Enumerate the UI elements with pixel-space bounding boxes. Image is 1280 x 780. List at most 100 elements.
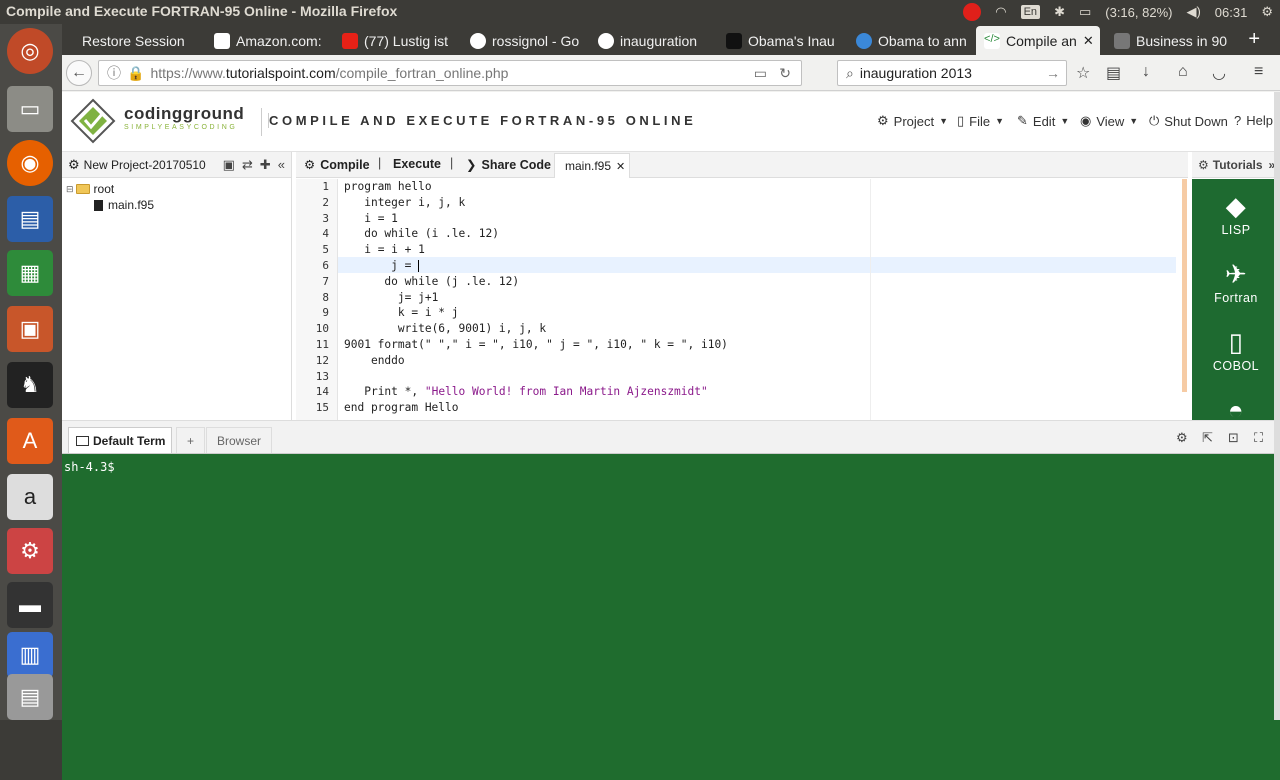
volume-icon[interactable]: ◀) <box>1186 4 1200 20</box>
record-icon[interactable] <box>963 3 982 21</box>
reader-view-icon[interactable]: ▭ <box>754 65 767 82</box>
impress-icon[interactable]: ▣ <box>7 306 53 352</box>
tab-compile-active[interactable]: </> Compile an ✕ <box>976 26 1100 55</box>
menu-edit[interactable]: ✎ Edit ▼ <box>1017 113 1069 129</box>
tutorials-header[interactable]: ⚙ Tutorials » <box>1192 152 1280 178</box>
fit-icon[interactable]: ⇱ <box>1202 430 1213 446</box>
info-icon[interactable]: ⓘ <box>107 63 121 83</box>
refresh-icon[interactable]: ⇄ <box>242 157 253 173</box>
settings-gear-icon[interactable]: ⚙ <box>1261 4 1273 20</box>
tab-obama-inau[interactable]: Obama's Inau <box>718 26 842 55</box>
collapse-toggle-icon[interactable]: ⊟ <box>66 184 74 195</box>
chess-icon[interactable]: ♞ <box>7 362 53 408</box>
back-button[interactable]: ← <box>66 60 92 86</box>
tab-business[interactable]: Business in 90 <box>1106 26 1230 55</box>
system-settings-icon[interactable]: ⚙ <box>7 528 53 574</box>
file-manager-icon[interactable]: ▭ <box>7 86 53 132</box>
amazon-launcher-icon[interactable]: a <box>7 474 53 520</box>
add-terminal-tab[interactable]: + <box>176 427 206 453</box>
code-text: 9001 format(" "," i = ", i10, " j = ", i… <box>344 338 728 351</box>
wifi-icon[interactable]: ◠ <box>995 4 1006 20</box>
new-tab-button[interactable]: + <box>1248 28 1260 51</box>
project-name[interactable]: New Project-20170510 <box>84 158 206 172</box>
clock[interactable]: 06:31 <box>1215 5 1248 20</box>
code-line[interactable]: Print *, "Hello World! from Ian Martin A… <box>344 385 708 398</box>
center-icon[interactable]: ⊡ <box>1228 430 1239 446</box>
compile-button[interactable]: ⚙ Compile <box>304 157 370 173</box>
close-tab-icon[interactable]: ✕ <box>1083 33 1094 49</box>
battery-status[interactable]: (3:16, 82%) <box>1105 5 1172 20</box>
menu-project[interactable]: ⚙ Project ▼ <box>877 113 948 129</box>
calc-icon[interactable]: ▦ <box>7 250 53 296</box>
home-icon[interactable]: ⌂ <box>1178 63 1188 81</box>
tab-obama-to-ann[interactable]: Obama to ann <box>848 26 972 55</box>
brand-name[interactable]: codingground <box>124 104 244 124</box>
code-line[interactable]: i = 1 <box>344 212 398 225</box>
library-icon[interactable]: ▤ <box>1106 63 1121 83</box>
tab-rossignol[interactable]: rossignol - Go <box>462 26 586 55</box>
search-bar[interactable]: ⌕ inauguration 2013 → <box>837 60 1067 86</box>
tab-amazon[interactable]: Amazon.com: <box>206 26 328 55</box>
execute-button[interactable]: Execute <box>393 157 441 171</box>
workspace-icon[interactable]: ▥ <box>7 632 53 678</box>
keyboard-layout-indicator[interactable]: En <box>1020 5 1041 19</box>
menu-help[interactable]: ? Help <box>1234 113 1273 128</box>
code-line[interactable]: program hello <box>344 180 432 193</box>
share-code-button[interactable]: ❯ Share Code <box>466 157 551 173</box>
downloads-icon[interactable]: ↓ <box>1142 63 1150 81</box>
pocket-icon[interactable]: ◡ <box>1212 63 1226 83</box>
tutorial-fortran[interactable]: ✈ Fortran <box>1192 259 1280 305</box>
ubuntu-dash-icon[interactable]: ◎ <box>7 28 53 74</box>
code-line[interactable]: i = i + 1 <box>344 243 425 256</box>
code-line[interactable]: do while (j .le. 12) <box>344 275 519 288</box>
page-scrollbar[interactable] <box>1274 92 1280 720</box>
code-line[interactable]: j= j+1 <box>344 291 438 304</box>
tab-restore-session[interactable]: Restore Session <box>74 26 208 55</box>
firefox-icon[interactable]: ◉ <box>7 140 53 186</box>
tab-inauguration[interactable]: inauguration <box>590 26 714 55</box>
tab-youtube[interactable]: (77) Lustig ist <box>334 26 462 55</box>
close-file-tab-icon[interactable]: ✕ <box>616 160 625 173</box>
trash-icon[interactable]: ▤ <box>7 674 53 720</box>
menu-view[interactable]: ◉ View ▼ <box>1080 113 1138 129</box>
battery-icon[interactable]: ▭ <box>1079 4 1091 20</box>
reload-icon[interactable]: ↻ <box>779 65 791 82</box>
add-icon[interactable]: ✚ <box>260 157 271 173</box>
settings-icon[interactable]: ⚙ <box>1176 430 1188 446</box>
caret-down-icon: ▼ <box>939 116 949 126</box>
search-go-icon[interactable]: → <box>1046 65 1060 81</box>
terminal-tab-default[interactable]: Default Term <box>68 427 172 453</box>
gear-icon[interactable]: ⚙ <box>68 157 80 173</box>
code-line[interactable]: end program Hello <box>344 401 459 414</box>
bookmark-star-icon[interactable]: ☆ <box>1076 63 1090 83</box>
save-icon[interactable]: ▣ <box>223 157 235 173</box>
menu-hamburger-icon[interactable]: ≡ <box>1254 63 1263 81</box>
file-tab-main[interactable]: main.f95 ✕ <box>554 153 630 178</box>
tree-file-item[interactable]: main.f95 <box>94 198 154 212</box>
software-center-icon[interactable]: A <box>7 418 53 464</box>
bluetooth-icon[interactable]: ✱ <box>1054 4 1065 20</box>
code-line[interactable]: integer i, j, k <box>344 196 465 209</box>
collapse-icon[interactable]: « <box>278 157 285 173</box>
code-line[interactable]: j = <box>344 259 420 272</box>
code-editor[interactable]: 1 2 3 4 5 6 7 8 9 10 11 12 13 14 15 program hello inte… <box>296 179 1182 420</box>
code-line[interactable]: k = i * j <box>344 306 459 319</box>
terminal-output[interactable]: sh-4.3$ <box>62 454 1280 780</box>
code-line[interactable]: write(6, 9001) i, j, k <box>344 322 546 335</box>
editor-scrollbar[interactable] <box>1182 179 1187 392</box>
code-line[interactable]: enddo <box>344 354 405 367</box>
tutorial-cobol[interactable]: ▯ COBOL <box>1192 327 1280 373</box>
url-bar[interactable]: ⓘ 🔒 https://www. tutorialspoint.com/compi… <box>98 60 802 86</box>
codingground-logo[interactable] <box>70 98 116 144</box>
terminal-launcher-icon[interactable]: ▬ <box>7 582 53 628</box>
code-line[interactable]: do while (i .le. 12) <box>344 227 499 240</box>
tree-root-folder[interactable]: ⊟ root <box>66 182 114 196</box>
code-line[interactable]: 9001 format(" "," i = ", i10, " j = ", i… <box>344 338 728 351</box>
search-input[interactable]: inauguration 2013 <box>860 65 972 81</box>
fullscreen-icon[interactable]: ⛶ <box>1254 430 1263 446</box>
menu-shutdown[interactable]: ⏻ Shut Down <box>1149 113 1228 129</box>
tutorial-lisp[interactable]: ◆ LISP <box>1192 191 1280 237</box>
writer-icon[interactable]: ▤ <box>7 196 53 242</box>
menu-file[interactable]: ▯ File ▼ <box>957 113 1004 129</box>
browser-tab[interactable]: Browser <box>206 427 273 453</box>
